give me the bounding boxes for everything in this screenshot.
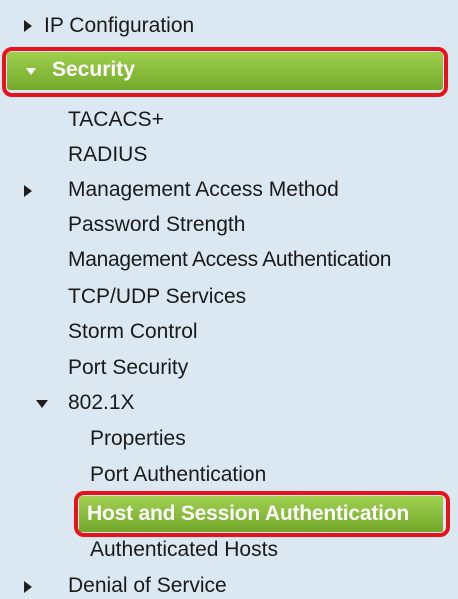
expand-arrow-icon[interactable] — [24, 185, 32, 197]
nav-item-label: TACACS+ — [68, 108, 164, 131]
nav-item-label: Properties — [90, 427, 186, 450]
nav-item-label: Host and Session Authentication — [87, 502, 410, 525]
nav-item-label: Denial of Service — [68, 574, 227, 597]
nav-item-label: Security — [52, 58, 135, 81]
nav-item-label: TCP/UDP Services — [68, 285, 247, 308]
nav-item-label: IP Configuration — [44, 14, 195, 37]
nav-item-label: Storm Control — [68, 320, 198, 343]
nav-item-label: Port Security — [68, 356, 189, 379]
nav-item-label: Management Access Method — [68, 178, 339, 201]
nav-item-label: Management Access Authentication — [68, 248, 392, 271]
expand-arrow-icon[interactable] — [24, 581, 32, 593]
nav-item-label: Authenticated Hosts — [90, 538, 278, 561]
navigation-tree: IP Configuration Security TACACS+ RADIUS… — [0, 0, 458, 599]
nav-item-label: Port Authentication — [90, 463, 267, 486]
collapse-arrow-icon[interactable] — [36, 400, 48, 408]
collapse-arrow-icon[interactable] — [26, 68, 36, 75]
expand-arrow-icon[interactable] — [24, 20, 32, 32]
nav-item-label: RADIUS — [68, 143, 148, 166]
nav-item-label: 802.1X — [68, 391, 135, 414]
nav-item-host-and-session-authentication[interactable]: Host and Session Authentication — [79, 496, 443, 532]
nav-item-label: Password Strength — [68, 213, 246, 236]
nav-item-security[interactable]: Security — [7, 52, 443, 90]
